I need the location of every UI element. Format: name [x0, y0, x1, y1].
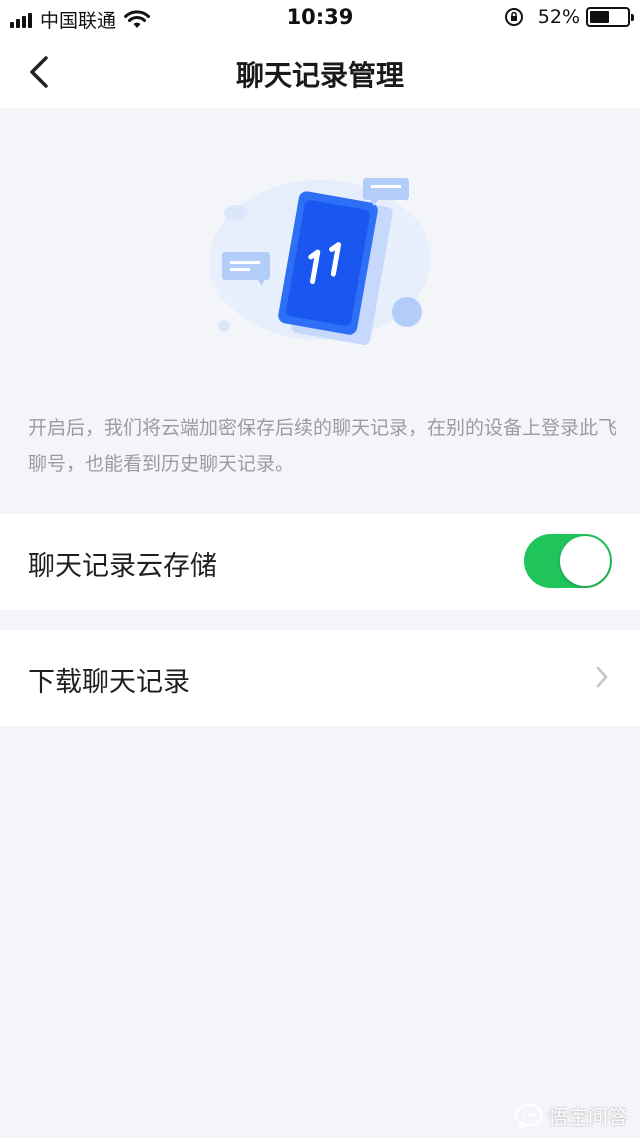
- orientation-lock-icon: [504, 8, 523, 26]
- download-history-label: 下载聊天记录: [28, 667, 190, 698]
- toggle-knob: [560, 536, 610, 586]
- chevron-left-icon[interactable]: [22, 50, 62, 94]
- description-text: 开启后，我们将云端加密保存后续的聊天记录，在别的设备上登录此飞聊号，也能看到历史…: [28, 417, 618, 475]
- cloud-phone-sync-icon: [210, 178, 430, 345]
- nav-bar: 聊天记录管理: [0, 36, 640, 108]
- cloud-storage-label: 聊天记录云存储: [28, 551, 217, 582]
- battery-cap: [631, 14, 634, 21]
- speech-bubble-icon: [515, 1103, 543, 1129]
- status-right: 52%: [504, 6, 634, 28]
- status-bar: 中国联通 10:39 52%: [0, 0, 640, 36]
- chevron-right-icon: [596, 666, 608, 688]
- download-history-row[interactable]: 下载聊天记录: [0, 630, 640, 726]
- battery-fill: [590, 11, 609, 23]
- battery-percent: 52%: [537, 6, 580, 28]
- cloud-storage-row: 聊天记录云存储: [0, 514, 640, 610]
- cloud-storage-toggle[interactable]: [524, 534, 612, 588]
- battery-icon: [586, 7, 634, 27]
- page-title: 聊天记录管理: [235, 59, 404, 92]
- watermark: 悟空问答: [514, 1101, 628, 1130]
- watermark-text: 悟空问答: [548, 1105, 628, 1129]
